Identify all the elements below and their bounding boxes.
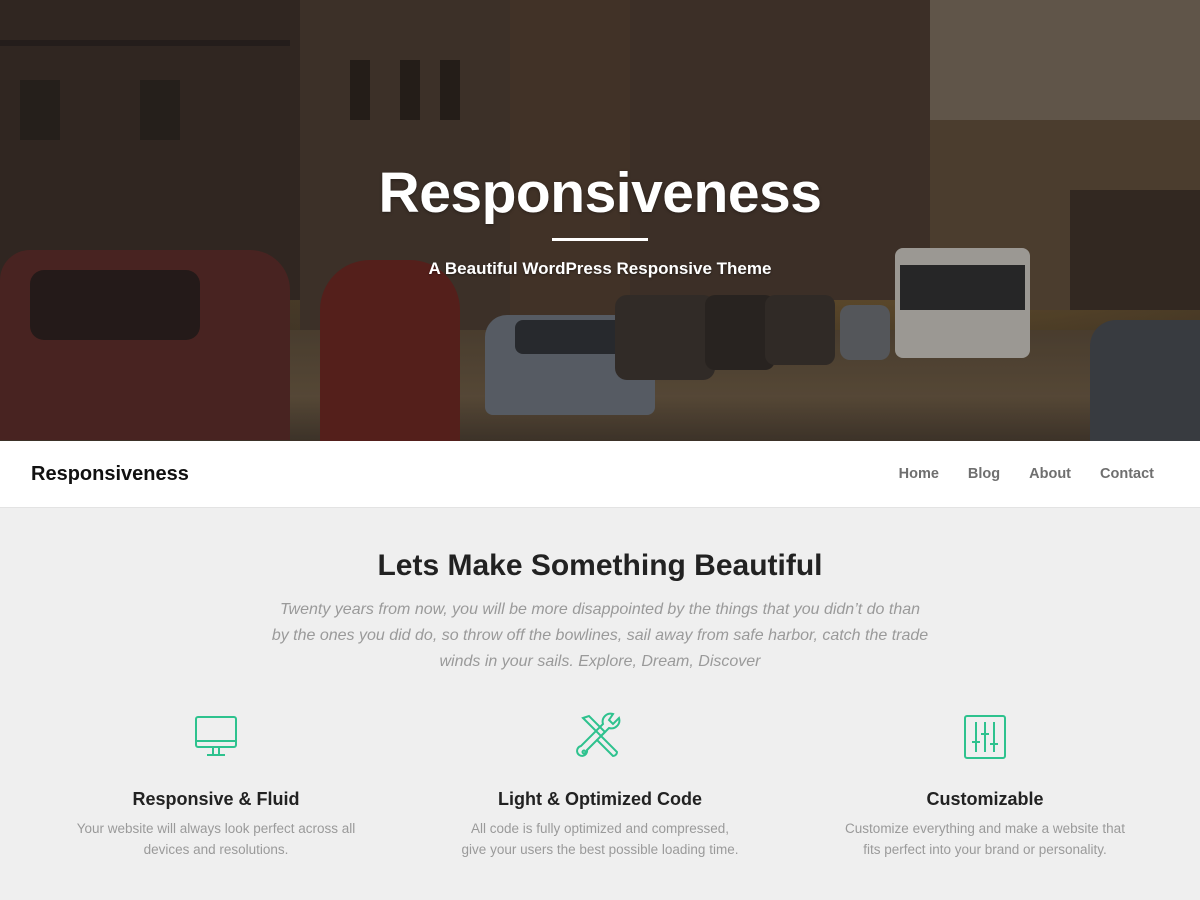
hero-tagline: A Beautiful WordPress Responsive Theme xyxy=(428,259,772,278)
tools-icon xyxy=(576,712,621,758)
feature-optimized-code: Light & Optimized Code All code is fully… xyxy=(440,712,760,860)
intro-quote: Twenty years from now, you will be more … xyxy=(271,601,929,670)
nav-item-about[interactable]: About xyxy=(1029,466,1071,482)
hero-title: Responsiveness xyxy=(378,161,822,225)
section-title: Lets Make Something Beautiful xyxy=(377,549,823,582)
feature-text: Customize everything and make a website … xyxy=(845,821,1125,857)
sliders-icon xyxy=(964,715,1006,759)
hero-banner: Responsiveness A Beautiful WordPress Res… xyxy=(0,0,1200,441)
site-header: Responsiveness Home Blog About Contact xyxy=(0,441,1200,508)
feature-title: Responsive & Fluid xyxy=(132,789,300,809)
feature-title: Light & Optimized Code xyxy=(498,789,702,809)
nav-item-blog[interactable]: Blog xyxy=(968,466,1000,482)
feature-text: All code is fully optimized and compress… xyxy=(461,821,739,857)
feature-responsive: Responsive & Fluid Your website will alw… xyxy=(56,712,376,860)
hero-divider xyxy=(552,238,648,241)
site-brand-link[interactable]: Responsiveness xyxy=(31,463,189,486)
nav-item-home[interactable]: Home xyxy=(899,466,939,482)
feature-customizable: Customizable Customize everything and ma… xyxy=(825,712,1145,860)
nav-item-contact[interactable]: Contact xyxy=(1100,466,1154,482)
primary-nav: Home Blog About Contact xyxy=(870,466,1154,482)
feature-text: Your website will always look perfect ac… xyxy=(76,821,356,857)
feature-title: Customizable xyxy=(926,789,1044,809)
monitor-icon xyxy=(195,716,237,756)
